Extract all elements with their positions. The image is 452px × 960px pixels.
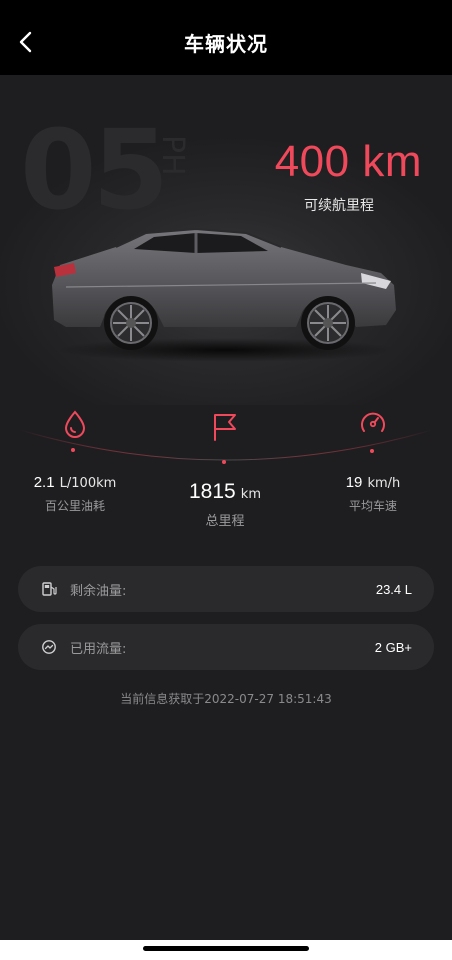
page-title: 车辆状况 — [184, 32, 268, 56]
fuel-pump-icon — [40, 580, 58, 598]
stat-average-speed-label: 平均车速 — [348, 499, 397, 513]
stat-fuel-consumption-unit: L/100km — [59, 476, 117, 491]
stat-fuel-consumption-label: 百公里油耗 — [44, 499, 105, 513]
stat-average-speed: 19 km/h 平均车速 — [318, 410, 428, 514]
fuel-drop-icon — [64, 410, 86, 438]
stat-fuel-consumption: 2.1 L/100km 百公里油耗 — [20, 410, 130, 514]
stat-total-mileage-label: 总里程 — [205, 514, 245, 529]
remaining-fuel-label: 剩余油量: — [70, 583, 127, 599]
data-usage-icon — [40, 638, 58, 656]
stat-fuel-consumption-value: 2.1 — [33, 474, 55, 491]
last-updated-timestamp: 当前信息获取于2022-07-27 18:51:43 — [120, 692, 332, 706]
stat-average-speed-unit: km/h — [367, 476, 401, 491]
model-watermark-sub: PH — [155, 135, 190, 176]
stat-total-mileage-unit: km — [240, 487, 261, 502]
range-value: 400 km — [274, 137, 422, 186]
model-watermark: 05 — [20, 106, 169, 234]
stat-total-mileage-value: 1815 — [188, 480, 236, 503]
stat-average-speed-value: 19 — [345, 474, 363, 491]
vehicle-hero: 05 PH 400 km 可续航里程 — [0, 75, 452, 405]
car-image — [52, 227, 396, 362]
data-usage-row: 已用流量: 2 GB+ — [18, 624, 434, 670]
stat-total-mileage: 1815 km 总里程 — [170, 412, 280, 529]
remaining-fuel-value: 23.4 L — [375, 581, 412, 597]
flag-icon — [214, 414, 236, 441]
speedometer-icon — [361, 412, 385, 432]
home-indicator[interactable] — [143, 946, 309, 951]
data-usage-label: 已用流量: — [70, 641, 127, 657]
remaining-fuel-row: 剩余油量: 23.4 L — [18, 566, 434, 612]
data-usage-value: 2 GB+ — [374, 639, 412, 655]
range-label: 可续航里程 — [304, 198, 374, 214]
app-header: 车辆状况 — [0, 0, 452, 75]
